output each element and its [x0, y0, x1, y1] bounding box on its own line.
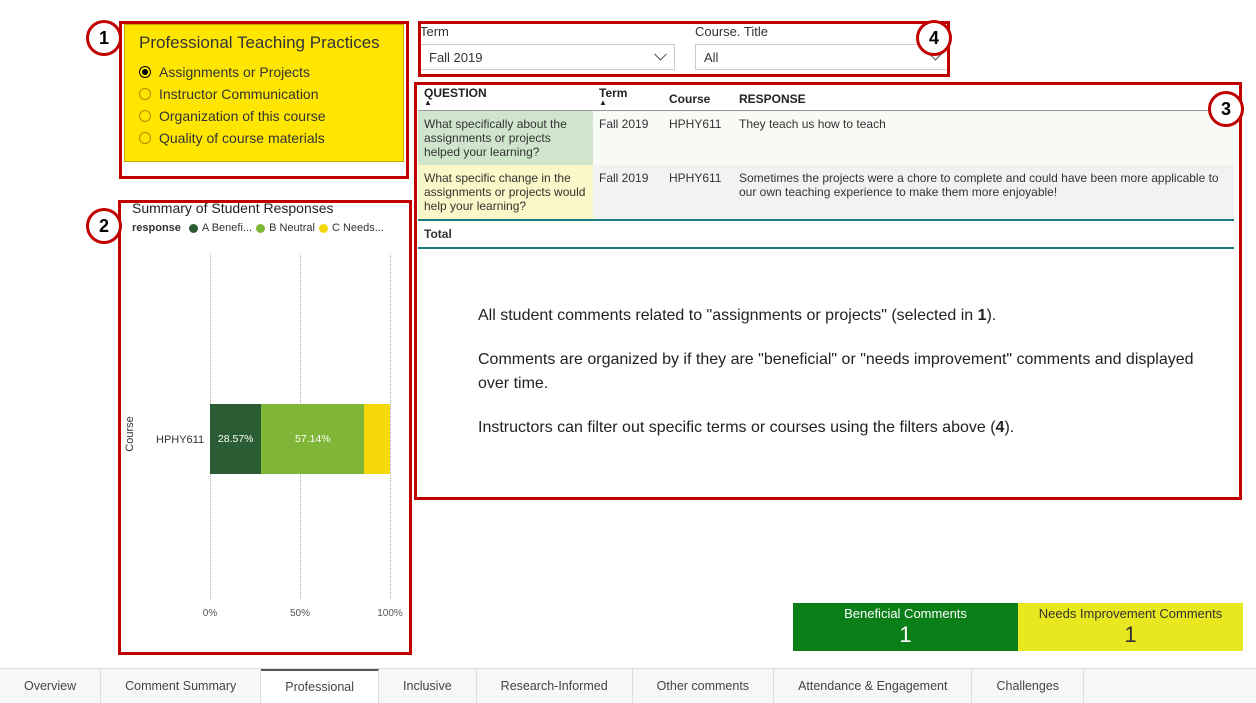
tab-other-comments[interactable]: Other comments: [633, 669, 774, 703]
filters-panel: Term Fall 2019 Course. Title All: [420, 24, 950, 70]
radio-icon: [139, 110, 151, 122]
chevron-down-icon: [656, 54, 666, 60]
gridline: [390, 254, 391, 599]
kpi-beneficial[interactable]: Beneficial Comments 1: [793, 603, 1018, 651]
chart-legend: response A Benefi... B Neutral C Needs..…: [124, 222, 409, 234]
legend-series-b: B Neutral: [269, 222, 315, 234]
ptp-option-label: Organization of this course: [159, 108, 326, 124]
callout-badge-3: 3: [1208, 91, 1244, 127]
y-axis-label: Course: [124, 416, 136, 451]
stacked-bar[interactable]: 28.57% 57.14%: [210, 404, 390, 474]
ptp-option-organization[interactable]: Organization of this course: [139, 105, 389, 127]
sort-indicator-icon: ▲: [599, 100, 657, 106]
tab-overview[interactable]: Overview: [0, 669, 101, 703]
ptp-title: Professional Teaching Practices: [139, 33, 389, 53]
table-cell: HPHY611: [663, 165, 733, 220]
table-cell: What specific change in the assignments …: [418, 165, 593, 220]
comments-panel: QUESTION ▲ Term ▲ Course RESPONSE What s…: [418, 82, 1234, 460]
tab-comment-summary[interactable]: Comment Summary: [101, 669, 261, 703]
table-row[interactable]: What specific change in the assignments …: [418, 165, 1234, 220]
x-tick-0: 0%: [203, 608, 217, 619]
radio-icon: [139, 88, 151, 100]
th-term[interactable]: Term ▲: [593, 82, 663, 111]
x-tick-50: 50%: [290, 608, 310, 619]
tab-inclusive[interactable]: Inclusive: [379, 669, 477, 703]
filter-term: Term Fall 2019: [420, 24, 675, 70]
sort-indicator-icon: ▲: [424, 100, 587, 106]
tab-attendance-engagement[interactable]: Attendance & Engagement: [774, 669, 972, 703]
legend-swatch-c: [319, 224, 328, 233]
legend-swatch-a: [189, 224, 198, 233]
table-cell: They teach us how to teach: [733, 111, 1234, 166]
total-row: Total: [418, 220, 1234, 248]
table-cell: Fall 2019: [593, 111, 663, 166]
ptp-option-instructor-communication[interactable]: Instructor Communication: [139, 83, 389, 105]
callout-badge-2: 2: [86, 208, 122, 244]
course-dropdown-value: All: [704, 50, 718, 65]
ptp-option-quality-materials[interactable]: Quality of course materials: [139, 127, 389, 149]
filter-course-label: Course. Title: [695, 24, 950, 39]
kpi-beneficial-label: Beneficial Comments: [793, 606, 1018, 622]
term-dropdown-value: Fall 2019: [429, 50, 482, 65]
ptp-option-label: Instructor Communication: [159, 86, 319, 102]
ptp-option-label: Assignments or Projects: [159, 64, 310, 80]
x-tick-100: 100%: [377, 608, 403, 619]
table-cell: Fall 2019: [593, 165, 663, 220]
filter-term-label: Term: [420, 24, 675, 39]
radio-icon: [139, 132, 151, 144]
course-dropdown[interactable]: All: [695, 44, 950, 70]
report-tabs: OverviewComment SummaryProfessionalInclu…: [0, 668, 1256, 703]
table-cell: Sometimes the projects were a chore to c…: [733, 165, 1234, 220]
legend-swatch-b: [256, 224, 265, 233]
tab-professional[interactable]: Professional: [261, 669, 379, 703]
kpi-beneficial-value: 1: [793, 622, 1018, 648]
bar-segment-a: 28.57%: [210, 404, 261, 474]
kpi-needs-label: Needs Improvement Comments: [1018, 606, 1243, 622]
filter-course: Course. Title All: [695, 24, 950, 70]
legend-series-a: A Benefi...: [202, 222, 252, 234]
ptp-option-assignments[interactable]: Assignments or Projects: [139, 61, 389, 83]
ptp-option-label: Quality of course materials: [159, 130, 325, 146]
total-label: Total: [418, 220, 1234, 248]
chart-title: Summary of Student Responses: [124, 200, 409, 216]
kpi-needs-improvement[interactable]: Needs Improvement Comments 1: [1018, 603, 1243, 651]
bar-segment-b: 57.14%: [261, 404, 364, 474]
kpi-container: Beneficial Comments 1 Needs Improvement …: [793, 603, 1243, 651]
table-row[interactable]: What specifically about the assignments …: [418, 111, 1234, 166]
th-question[interactable]: QUESTION ▲: [418, 82, 593, 111]
legend-axis-label: response: [132, 222, 181, 234]
th-course[interactable]: Course: [663, 82, 733, 111]
summary-chart-panel: Summary of Student Responses response A …: [124, 200, 409, 650]
callout-badge-4: 4: [916, 20, 952, 56]
callout-badge-1: 1: [86, 20, 122, 56]
th-response[interactable]: RESPONSE: [733, 82, 1234, 111]
chart-plot-area: Course HPHY611 28.57% 57.14% 0% 50% 100%: [142, 244, 409, 624]
bar-segment-c: [364, 404, 390, 474]
professional-teaching-practices-panel: Professional Teaching Practices Assignme…: [124, 24, 404, 162]
term-dropdown[interactable]: Fall 2019: [420, 44, 675, 70]
legend-series-c: C Needs...: [332, 222, 384, 234]
category-label: HPHY611: [156, 434, 204, 446]
description-text: All student comments related to "assignm…: [418, 304, 1234, 440]
radio-icon: [139, 66, 151, 78]
kpi-needs-value: 1: [1018, 622, 1243, 648]
tab-challenges[interactable]: Challenges: [972, 669, 1084, 703]
comments-table: QUESTION ▲ Term ▲ Course RESPONSE What s…: [418, 82, 1234, 249]
tab-research-informed[interactable]: Research-Informed: [477, 669, 633, 703]
table-cell: What specifically about the assignments …: [418, 111, 593, 166]
table-cell: HPHY611: [663, 111, 733, 166]
